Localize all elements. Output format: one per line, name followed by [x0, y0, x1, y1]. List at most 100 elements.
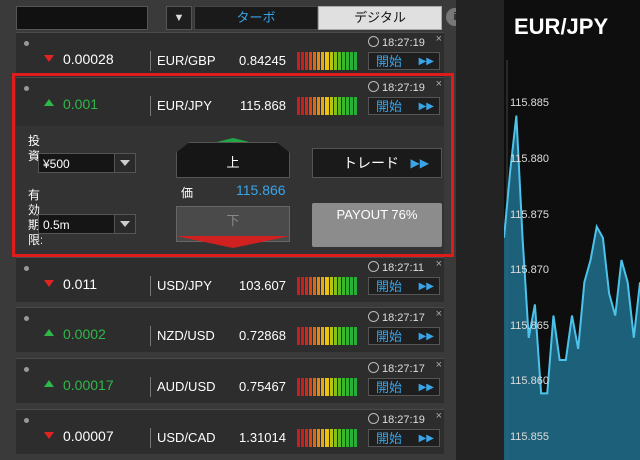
expanded-row-header[interactable]: × 18:27:19 0.001 EUR/JPY 115.868 開始 ▶▶ [16, 78, 444, 122]
dropdown-arrow-icon[interactable]: ▼ [166, 6, 192, 30]
status-dot [24, 266, 29, 271]
pair-price: 115.868 [239, 98, 286, 113]
fast-forward-icon: ▶▶ [418, 433, 434, 444]
arrow-up-icon [44, 329, 54, 336]
arrow-down-icon [44, 280, 54, 287]
status-dot [24, 367, 29, 372]
currency-pair: EUR/GBP [157, 53, 216, 68]
asset-row[interactable]: × 18:27:11 0.011 USD/JPY 103.607 開始 ▶▶ [16, 257, 444, 302]
y-tick-label: 115.860 [510, 375, 549, 388]
expiry-time: 18:27:19 [368, 81, 425, 94]
current-price: 115.866 [236, 182, 286, 198]
start-button[interactable]: 開始 ▶▶ [368, 327, 440, 345]
arrow-down-icon [44, 432, 54, 439]
expiry-time: 18:27:19 [368, 413, 425, 426]
start-button[interactable]: 開始 ▶▶ [368, 378, 440, 396]
start-button[interactable]: 開始 ▶▶ [368, 429, 440, 447]
tab-turbo[interactable]: ターボ [194, 6, 318, 30]
expiry-time-text: 18:27:17 [382, 363, 425, 375]
expiry-time: 18:27:11 [368, 261, 424, 274]
clock-icon [368, 311, 379, 322]
trade-button-label: トレード [343, 155, 399, 171]
currency-pair: NZD/USD [157, 328, 215, 343]
asset-row[interactable]: × 18:27:19 0.00028 EUR/GBP 0.84245 開始 ▶▶ [16, 32, 444, 77]
price-change: 0.00028 [63, 51, 114, 67]
high-button[interactable]: 上 [176, 142, 290, 178]
start-button-label: 開始 [376, 279, 403, 294]
pair-price: 103.607 [239, 278, 286, 293]
expiry-time-text: 18:27:19 [382, 414, 425, 426]
asset-search-field[interactable] [16, 6, 148, 30]
chevron-down-icon[interactable] [114, 154, 135, 172]
expiry-value: 0.5m [43, 218, 70, 232]
sentiment-bar [297, 378, 357, 396]
close-icon[interactable]: × [436, 78, 442, 90]
expiry-time: 18:27:17 [368, 362, 425, 375]
asset-row[interactable]: × 18:27:17 0.0002 NZD/USD 0.72868 開始 ▶▶ [16, 307, 444, 352]
clock-icon [368, 362, 379, 373]
expanded-trade-row: × 18:27:19 0.001 EUR/JPY 115.868 開始 ▶▶ 投資… [16, 77, 444, 256]
row-divider [150, 326, 151, 346]
expiry-time: 18:27:19 [368, 36, 425, 49]
chevron-down-icon[interactable] [114, 215, 135, 233]
start-button-label: 開始 [376, 99, 403, 114]
payout-display: PAYOUT 76% [312, 203, 442, 247]
pair-price: 0.72868 [239, 328, 286, 343]
close-icon[interactable]: × [436, 410, 442, 422]
status-dot [24, 316, 29, 321]
price-change: 0.00017 [63, 377, 114, 393]
price-area [504, 115, 640, 460]
close-icon[interactable]: × [436, 359, 442, 371]
sentiment-bar [297, 52, 357, 70]
start-button-label: 開始 [376, 380, 403, 395]
row-divider [150, 51, 151, 71]
sentiment-bar [297, 327, 357, 345]
expiry-time-text: 18:27:19 [382, 37, 425, 49]
row-divider [150, 428, 151, 448]
trade-controls: 投資 ¥500 有効期限: 0.5m 上 価 115.866 下 トレード ▶▶… [16, 126, 444, 256]
pair-price: 1.31014 [239, 430, 286, 445]
asset-row[interactable]: × 18:27:17 0.00017 AUD/USD 0.75467 開始 ▶▶ [16, 358, 444, 403]
arrow-up-icon [44, 99, 54, 106]
close-icon[interactable]: × [436, 33, 442, 45]
close-icon[interactable]: × [436, 308, 442, 320]
expiry-time-text: 18:27:17 [382, 312, 425, 324]
row-divider [150, 276, 151, 296]
asset-row[interactable]: × 18:27:19 0.00007 USD/CAD 1.31014 開始 ▶▶ [16, 409, 444, 454]
start-button[interactable]: 開始 ▶▶ [368, 97, 440, 115]
start-button[interactable]: 開始 ▶▶ [368, 277, 440, 295]
currency-pair: EUR/JPY [157, 98, 212, 113]
clock-icon [368, 261, 379, 272]
asset-row[interactable]: × 18:27:19 0.001 EUR/JPY 115.868 開始 ▶▶ [16, 78, 444, 122]
status-dot [24, 86, 29, 91]
y-tick-label: 115.865 [510, 319, 549, 332]
down-arrow-icon [176, 236, 290, 248]
status-dot [24, 41, 29, 46]
top-bar: ▼ ターボ デジタル i [16, 6, 464, 30]
fast-forward-icon: ▶▶ [418, 331, 434, 342]
row-divider [150, 377, 151, 397]
investment-value: ¥500 [43, 157, 70, 171]
expiry-time-text: 18:27:19 [382, 82, 425, 94]
expiry-time-text: 18:27:11 [382, 262, 425, 274]
y-tick-label: 115.880 [510, 153, 549, 165]
price-chart: EUR/JPY 115.885 115.880 115.875 115.870 115.… [504, 0, 640, 460]
tab-digital[interactable]: デジタル [318, 6, 442, 30]
fast-forward-icon: ▶▶ [418, 281, 434, 292]
start-button-label: 開始 [376, 431, 403, 446]
price-change: 0.00007 [63, 428, 114, 444]
fast-forward-icon: ▶▶ [418, 382, 434, 393]
row-divider [150, 96, 151, 116]
close-icon[interactable]: × [436, 258, 442, 270]
start-button[interactable]: 開始 ▶▶ [368, 52, 440, 70]
trade-button[interactable]: トレード ▶▶ [312, 148, 442, 178]
panel-divider [456, 0, 504, 460]
clock-icon [368, 36, 379, 47]
currency-pair: USD/JPY [157, 278, 212, 293]
start-button-label: 開始 [376, 54, 403, 69]
investment-select[interactable]: ¥500 [38, 153, 136, 173]
price-change: 0.0002 [63, 326, 106, 342]
clock-icon [368, 81, 379, 92]
expiry-select[interactable]: 0.5m [38, 214, 136, 234]
arrow-down-icon [44, 55, 54, 62]
